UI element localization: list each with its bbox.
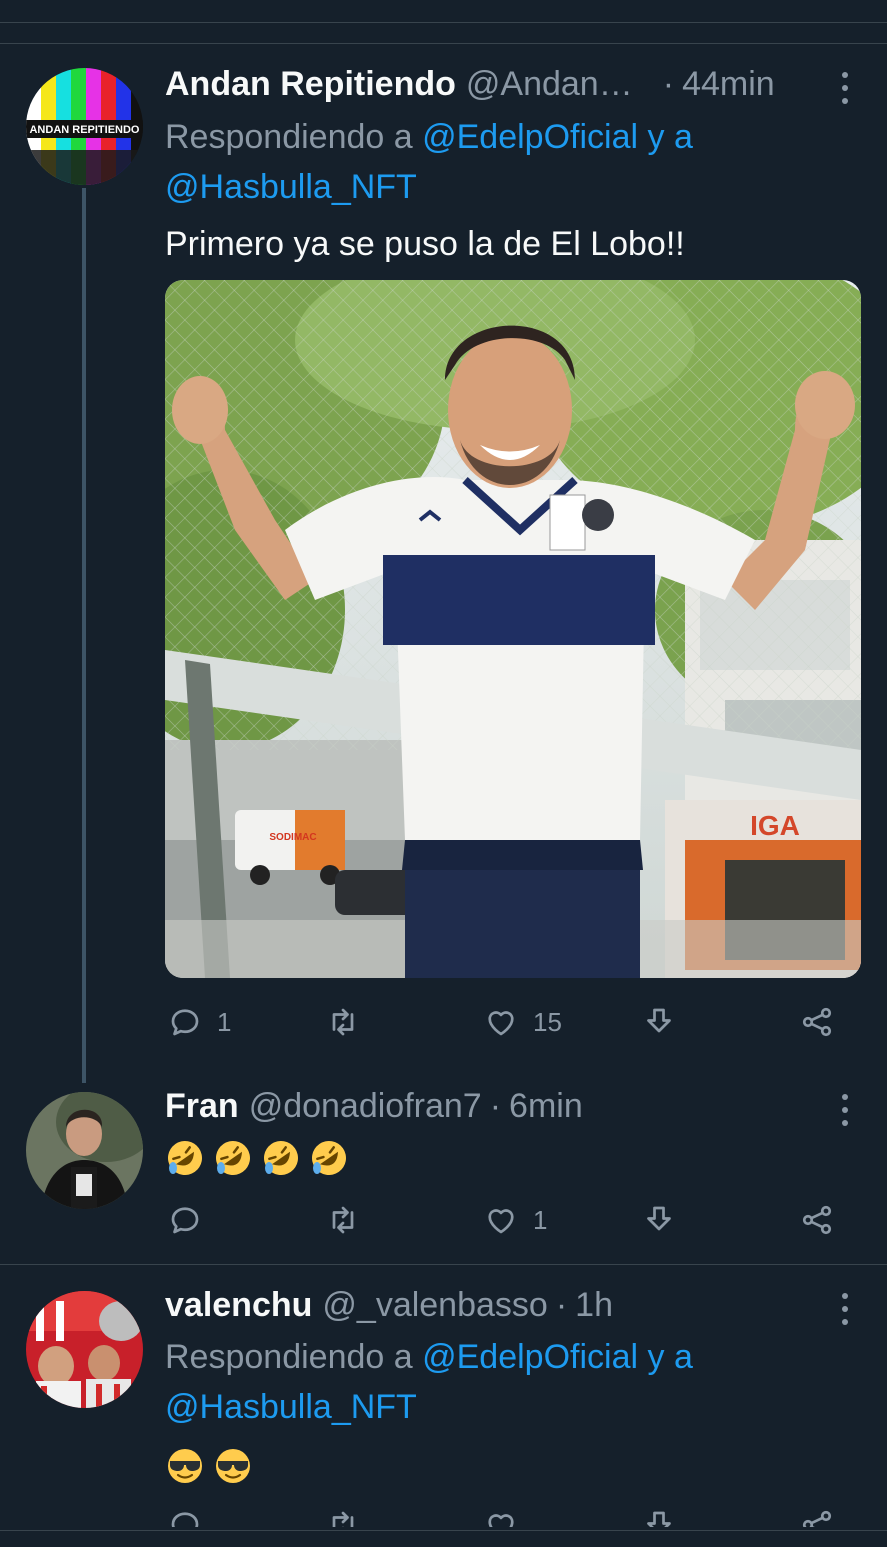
heart-icon bbox=[488, 1011, 514, 1036]
display-name[interactable]: Fran bbox=[165, 1087, 239, 1126]
tweet-header: valenchu @_valenbasso · 1h bbox=[165, 1283, 847, 1327]
timestamp[interactable]: 6min bbox=[509, 1087, 583, 1126]
tweet-actions: 1 bbox=[165, 1198, 845, 1242]
like-button[interactable]: 1 bbox=[483, 1198, 547, 1242]
bottom-divider bbox=[0, 1530, 887, 1531]
timestamp[interactable]: 1h bbox=[575, 1286, 613, 1325]
rolling-on-floor-laughing-icon bbox=[216, 1141, 250, 1176]
reply-icon bbox=[171, 1512, 199, 1527]
avatar[interactable] bbox=[26, 1291, 143, 1408]
download-button[interactable] bbox=[641, 1503, 677, 1527]
more-options-icon[interactable] bbox=[833, 1289, 857, 1329]
replying-to: Respondiendo a @EdelpOficial y a @Hasbul… bbox=[165, 1332, 827, 1432]
tweet-text: Primero ya se puso la de El Lobo!! bbox=[165, 225, 685, 263]
download-button[interactable] bbox=[641, 1000, 677, 1044]
svg-text:SODIMAC: SODIMAC bbox=[269, 832, 316, 843]
tweet-valenchu[interactable]: valenchu @_valenbasso · 1h Respondiendo … bbox=[0, 1265, 887, 1547]
share-icon bbox=[802, 1510, 832, 1527]
svg-text:ANDAN REPITIENDO: ANDAN REPITIENDO bbox=[29, 124, 139, 136]
retweet-icon bbox=[332, 1206, 354, 1234]
reply-icon bbox=[171, 1207, 199, 1234]
more-options-icon[interactable] bbox=[833, 1090, 857, 1130]
display-name[interactable]: valenchu bbox=[165, 1286, 312, 1325]
avatar[interactable] bbox=[26, 1092, 143, 1209]
share-icon bbox=[802, 1205, 832, 1235]
tweet-header: Fran @donadiofran7 · 6min bbox=[165, 1084, 847, 1128]
like-button[interactable]: 15 bbox=[483, 1000, 562, 1044]
avatar-image bbox=[26, 1291, 143, 1408]
smiling-face-with-sunglasses-icon bbox=[168, 1449, 202, 1484]
display-name[interactable]: Andan Repitiendo bbox=[165, 65, 456, 104]
photo-image: IGA SODIMAC bbox=[165, 280, 861, 978]
tweet-andan-repitiendo[interactable]: ANDAN REPITIENDO Andan Repitiendo @Andan… bbox=[0, 0, 887, 1083]
like-count: 1 bbox=[533, 1204, 548, 1235]
heart-icon bbox=[488, 1209, 514, 1234]
retweet-button[interactable] bbox=[325, 1198, 361, 1242]
separator-dot: · bbox=[555, 1285, 568, 1324]
tweet-text-emojis bbox=[165, 1134, 847, 1178]
like-count: 15 bbox=[533, 1006, 562, 1037]
download-icon bbox=[647, 1206, 671, 1231]
rolling-on-floor-laughing-icon bbox=[168, 1141, 202, 1176]
reply-button[interactable] bbox=[167, 1198, 203, 1242]
mention-hasbulla-nft[interactable]: @Hasbulla_NFT bbox=[165, 168, 417, 206]
tweet-fran[interactable]: Fran @donadiofran7 · 6min 1 bbox=[0, 1080, 887, 1264]
reply-count: 1 bbox=[217, 1006, 232, 1037]
retweet-button[interactable] bbox=[325, 1000, 361, 1044]
replying-join[interactable]: y a bbox=[648, 1338, 693, 1376]
separator-dot: · bbox=[662, 64, 675, 103]
download-button[interactable] bbox=[641, 1198, 677, 1242]
separator-dot: · bbox=[489, 1086, 502, 1125]
share-button[interactable] bbox=[799, 1198, 835, 1242]
tweet-actions: 1 15 bbox=[165, 1000, 845, 1044]
share-button[interactable] bbox=[799, 1503, 835, 1527]
avatar-image: ANDAN REPITIENDO bbox=[26, 68, 143, 185]
thread-line bbox=[82, 188, 86, 1083]
reply-icon bbox=[171, 1009, 199, 1036]
rolling-on-floor-laughing-icon bbox=[312, 1141, 346, 1176]
tweet-actions bbox=[165, 1503, 845, 1527]
share-icon bbox=[802, 1007, 832, 1037]
heart-icon bbox=[488, 1514, 514, 1527]
replying-join[interactable]: y a bbox=[648, 118, 693, 156]
user-handle[interactable]: @Andan… bbox=[466, 65, 633, 104]
retweet-button[interactable] bbox=[325, 1503, 361, 1527]
like-button[interactable] bbox=[483, 1503, 519, 1527]
more-options-icon[interactable] bbox=[833, 68, 857, 108]
avatar-image bbox=[26, 1092, 143, 1209]
mention-hasbulla-nft[interactable]: @Hasbulla_NFT bbox=[165, 1388, 417, 1426]
user-handle[interactable]: @_valenbasso bbox=[322, 1286, 547, 1325]
mention-edelpoficial[interactable]: @EdelpOficial bbox=[422, 118, 638, 156]
reply-button[interactable]: 1 bbox=[167, 1000, 231, 1044]
download-icon bbox=[647, 1008, 671, 1033]
share-button[interactable] bbox=[799, 1000, 835, 1044]
smiling-face-with-sunglasses-icon bbox=[216, 1449, 250, 1484]
user-handle[interactable]: @donadiofran7 bbox=[249, 1087, 482, 1126]
replying-prefix: Respondiendo a bbox=[165, 118, 413, 156]
replying-prefix: Respondiendo a bbox=[165, 1338, 413, 1376]
mention-edelpoficial[interactable]: @EdelpOficial bbox=[422, 1338, 638, 1376]
retweet-icon bbox=[332, 1008, 354, 1036]
replying-to: Respondiendo a @EdelpOficial y a @Hasbul… bbox=[165, 112, 827, 212]
tweet-header: Andan Repitiendo @Andan… · 44min bbox=[165, 62, 847, 106]
download-icon bbox=[647, 1511, 671, 1527]
avatar[interactable]: ANDAN REPITIENDO bbox=[26, 68, 143, 185]
timestamp[interactable]: 44min bbox=[682, 65, 775, 104]
tweet-text-emojis bbox=[165, 1442, 847, 1486]
svg-text:IGA: IGA bbox=[750, 810, 800, 841]
rolling-on-floor-laughing-icon bbox=[264, 1141, 298, 1176]
tweet-photo[interactable]: IGA SODIMAC bbox=[165, 280, 861, 978]
reply-button[interactable] bbox=[167, 1503, 203, 1527]
retweet-icon bbox=[332, 1511, 354, 1527]
